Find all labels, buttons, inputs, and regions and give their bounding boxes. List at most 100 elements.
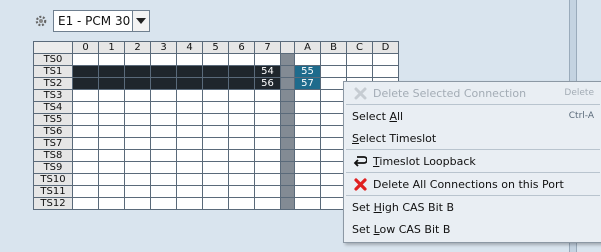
grid-cell-connected[interactable] <box>124 65 151 78</box>
grid-cell[interactable] <box>176 197 203 210</box>
grid-cell[interactable] <box>228 125 255 138</box>
grid-cell[interactable] <box>294 185 321 198</box>
grid-cell[interactable] <box>202 185 229 198</box>
col-header-1[interactable]: 1 <box>98 41 125 54</box>
grid-cell-connected[interactable] <box>72 77 99 90</box>
grid-cell[interactable] <box>72 197 99 210</box>
grid-cell[interactable] <box>202 125 229 138</box>
grid-cell[interactable] <box>346 65 373 78</box>
grid-cell-connected[interactable] <box>228 77 255 90</box>
grid-cell[interactable] <box>294 161 321 174</box>
grid-cell[interactable] <box>294 89 321 102</box>
grid-cell[interactable] <box>228 185 255 198</box>
grid-cell-connected[interactable] <box>124 77 151 90</box>
grid-cell[interactable] <box>320 65 347 78</box>
grid-cell[interactable] <box>294 137 321 150</box>
grid-cell[interactable] <box>202 89 229 102</box>
menu-item-select-all[interactable]: Select All Ctrl-A <box>344 105 601 127</box>
row-header-ts9[interactable]: TS9 <box>33 161 73 174</box>
grid-cell[interactable] <box>254 161 281 174</box>
grid-cell[interactable] <box>294 53 321 66</box>
row-header-ts5[interactable]: TS5 <box>33 113 73 126</box>
grid-cell[interactable] <box>294 197 321 210</box>
grid-cell[interactable] <box>150 53 177 66</box>
grid-cell[interactable] <box>254 53 281 66</box>
grid-cell[interactable] <box>320 53 347 66</box>
grid-cell[interactable] <box>72 185 99 198</box>
menu-item-delete-all[interactable]: Delete All Connections on this Port <box>344 173 601 195</box>
grid-cell[interactable] <box>124 161 151 174</box>
grid-cell-connected[interactable]: 54 <box>254 65 281 78</box>
grid-cell-connected[interactable] <box>150 77 177 90</box>
row-header-ts1[interactable]: TS1 <box>33 65 73 78</box>
col-header-5[interactable]: 5 <box>202 41 229 54</box>
grid-cell[interactable] <box>294 149 321 162</box>
col-header-3[interactable]: 3 <box>150 41 177 54</box>
grid-cell-connected[interactable] <box>150 65 177 78</box>
grid-cell[interactable] <box>372 65 399 78</box>
menu-item-set-low-cas[interactable]: Set Low CAS Bit B <box>344 218 601 240</box>
grid-cell[interactable] <box>98 137 125 150</box>
port-select[interactable]: E1 - PCM 30 <box>53 10 150 32</box>
grid-cell[interactable] <box>228 173 255 186</box>
grid-cell-connected[interactable] <box>202 65 229 78</box>
grid-cell[interactable] <box>176 53 203 66</box>
grid-cell[interactable] <box>228 89 255 102</box>
grid-cell[interactable] <box>254 125 281 138</box>
grid-cell[interactable] <box>98 197 125 210</box>
gear-icon[interactable] <box>33 13 49 29</box>
grid-cell[interactable] <box>254 197 281 210</box>
grid-cell[interactable] <box>254 137 281 150</box>
grid-cell-selected[interactable]: 55 <box>294 65 321 78</box>
grid-cell[interactable] <box>176 173 203 186</box>
grid-cell[interactable] <box>124 101 151 114</box>
grid-cell[interactable] <box>150 149 177 162</box>
grid-cell[interactable] <box>98 89 125 102</box>
grid-cell[interactable] <box>254 149 281 162</box>
grid-cell[interactable] <box>176 161 203 174</box>
grid-cell[interactable] <box>72 149 99 162</box>
grid-cell[interactable] <box>98 185 125 198</box>
col-header-A[interactable]: A <box>294 41 321 54</box>
grid-cell[interactable] <box>228 113 255 126</box>
grid-cell[interactable] <box>254 173 281 186</box>
grid-cell[interactable] <box>98 125 125 138</box>
row-header-ts10[interactable]: TS10 <box>33 173 73 186</box>
grid-cell[interactable] <box>150 197 177 210</box>
grid-cell-connected[interactable]: 56 <box>254 77 281 90</box>
grid-cell[interactable] <box>150 101 177 114</box>
menu-item-set-high-cas[interactable]: Set High CAS Bit B <box>344 196 601 218</box>
grid-cell[interactable] <box>150 89 177 102</box>
grid-cell[interactable] <box>228 101 255 114</box>
row-header-ts11[interactable]: TS11 <box>33 185 73 198</box>
grid-cell[interactable] <box>254 113 281 126</box>
grid-cell[interactable] <box>150 161 177 174</box>
grid-cell[interactable] <box>150 137 177 150</box>
grid-cell[interactable] <box>124 113 151 126</box>
row-header-ts8[interactable]: TS8 <box>33 149 73 162</box>
grid-cell[interactable] <box>72 161 99 174</box>
row-header-ts12[interactable]: TS12 <box>33 197 73 210</box>
grid-cell[interactable] <box>202 173 229 186</box>
grid-cell[interactable] <box>124 173 151 186</box>
menu-item-delete-selected[interactable]: Delete Selected Connection Delete <box>344 82 601 104</box>
grid-cell[interactable] <box>124 185 151 198</box>
grid-cell[interactable] <box>98 161 125 174</box>
row-header-ts4[interactable]: TS4 <box>33 101 73 114</box>
grid-cell[interactable] <box>228 197 255 210</box>
grid-cell[interactable] <box>228 53 255 66</box>
grid-cell[interactable] <box>72 137 99 150</box>
grid-cell[interactable] <box>346 53 373 66</box>
col-header-D[interactable]: D <box>372 41 399 54</box>
grid-cell[interactable] <box>202 137 229 150</box>
grid-cell[interactable] <box>124 137 151 150</box>
grid-cell[interactable] <box>176 185 203 198</box>
row-header-ts7[interactable]: TS7 <box>33 137 73 150</box>
grid-cell[interactable] <box>72 173 99 186</box>
grid-cell[interactable] <box>176 149 203 162</box>
grid-cell-connected[interactable] <box>202 77 229 90</box>
col-header-C[interactable]: C <box>346 41 373 54</box>
grid-cell[interactable] <box>124 149 151 162</box>
grid-cell[interactable] <box>176 113 203 126</box>
grid-cell[interactable] <box>202 53 229 66</box>
